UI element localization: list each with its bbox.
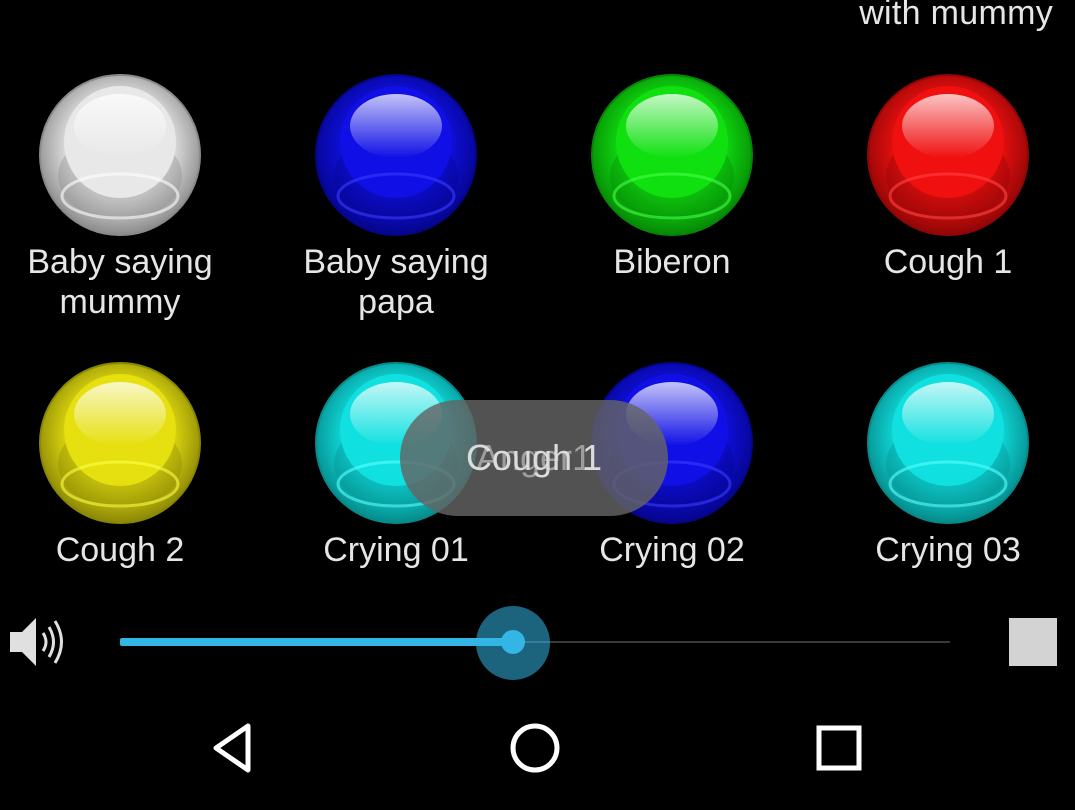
round-button-icon[interactable] — [313, 72, 479, 238]
sound-button-8[interactable]: Crying 03 — [828, 360, 1068, 570]
sound-button-label: Crying 02 — [599, 531, 745, 569]
sound-button-label: Baby saying mummy — [27, 243, 213, 321]
sound-button-label: Cough 1 — [883, 243, 1013, 281]
sound-button-label: Crying 01 — [323, 531, 469, 569]
sound-button-4[interactable]: Cough 1 — [828, 72, 1068, 282]
volume-seekbar[interactable] — [120, 606, 950, 680]
round-button-icon[interactable] — [37, 72, 203, 238]
sound-button-1[interactable]: Baby saying mummy — [0, 72, 240, 322]
round-button-icon[interactable] — [37, 360, 203, 526]
round-button-icon[interactable] — [865, 72, 1031, 238]
sound-button-label: Biberon — [613, 243, 731, 281]
home-circle-icon[interactable] — [505, 718, 565, 778]
sound-button-label: Baby saying papa — [303, 243, 489, 321]
app-screen: with mummy Baby saying mummy Baby saying … — [0, 0, 1075, 810]
seekbar-thumb[interactable] — [501, 630, 525, 654]
sound-button-3[interactable]: Biberon — [552, 72, 792, 282]
stop-button[interactable] — [1009, 618, 1057, 666]
speaker-volume-icon[interactable] — [4, 608, 72, 676]
round-button-icon[interactable] — [865, 360, 1031, 526]
sound-button-5[interactable]: Cough 2 — [0, 360, 240, 570]
partial-button-label: with mummy — [859, 0, 1053, 32]
sound-button-label: Cough 2 — [55, 531, 185, 569]
seekbar-fill — [120, 638, 513, 646]
back-triangle-icon[interactable] — [204, 718, 264, 778]
sound-button-label: Crying 03 — [875, 531, 1021, 569]
navigation-bar — [0, 700, 1075, 810]
toast-message: Anger1 Cough 1 — [400, 400, 668, 516]
sound-button-2[interactable]: Baby saying papa — [276, 72, 516, 322]
round-button-icon[interactable] — [589, 72, 755, 238]
recents-square-icon[interactable] — [809, 718, 869, 778]
toast-text: Cough 1 — [465, 437, 603, 478]
